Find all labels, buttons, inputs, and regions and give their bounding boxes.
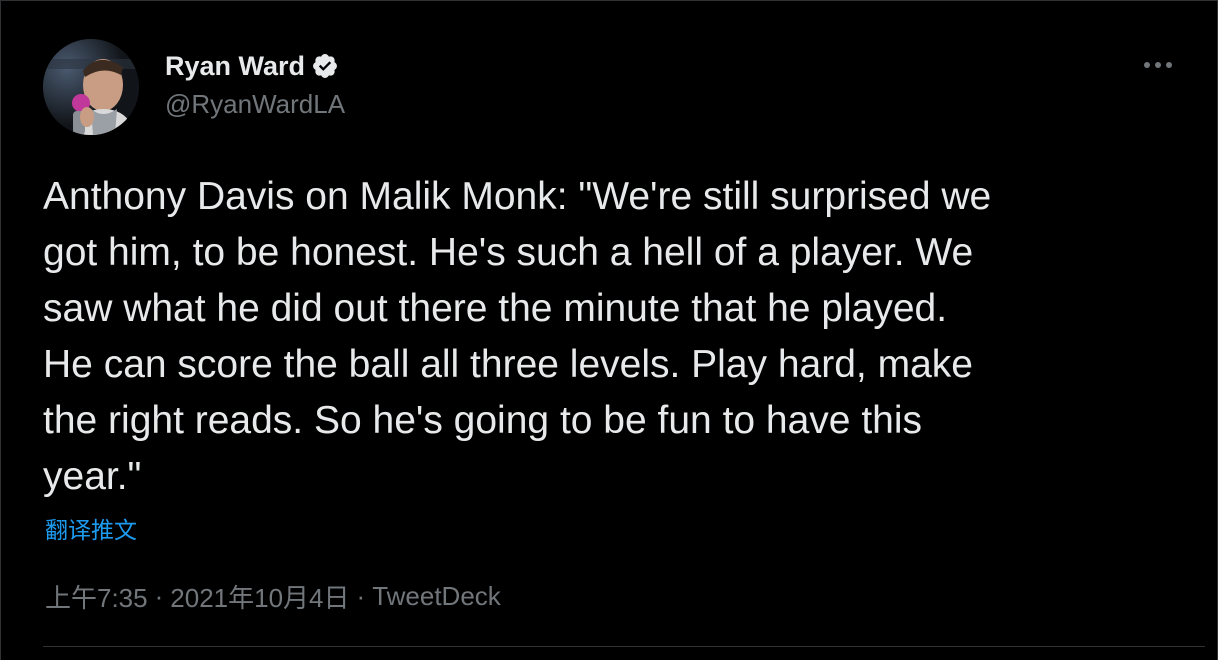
tweet-time[interactable]: 上午7:35 xyxy=(45,578,148,615)
verified-badge-icon xyxy=(311,52,339,80)
author-handle[interactable]: @RyanWardLA xyxy=(165,89,345,120)
translate-tweet-link[interactable]: 翻译推文 xyxy=(45,511,137,545)
more-options-icon[interactable] xyxy=(1139,53,1179,77)
tweet-meta: 上午7:35 · 2021年10月4日 · TweetDeck xyxy=(45,578,501,615)
author-name-row: Ryan Ward xyxy=(165,47,339,85)
author-display-name[interactable]: Ryan Ward xyxy=(165,51,305,82)
tweet-date[interactable]: 2021年10月4日 xyxy=(170,578,349,615)
tweet-text: Anthony Davis on Malik Monk: "We're stil… xyxy=(43,175,992,498)
tweet-source: TweetDeck xyxy=(372,581,501,611)
meta-separator: · xyxy=(154,581,164,611)
tweet-card: Ryan Ward @RyanWardLA Anthony Davis on M… xyxy=(0,0,1218,660)
avatar-photo-icon xyxy=(43,39,139,135)
meta-separator: · xyxy=(356,581,366,611)
avatar[interactable] xyxy=(43,39,139,135)
divider xyxy=(43,646,1205,647)
